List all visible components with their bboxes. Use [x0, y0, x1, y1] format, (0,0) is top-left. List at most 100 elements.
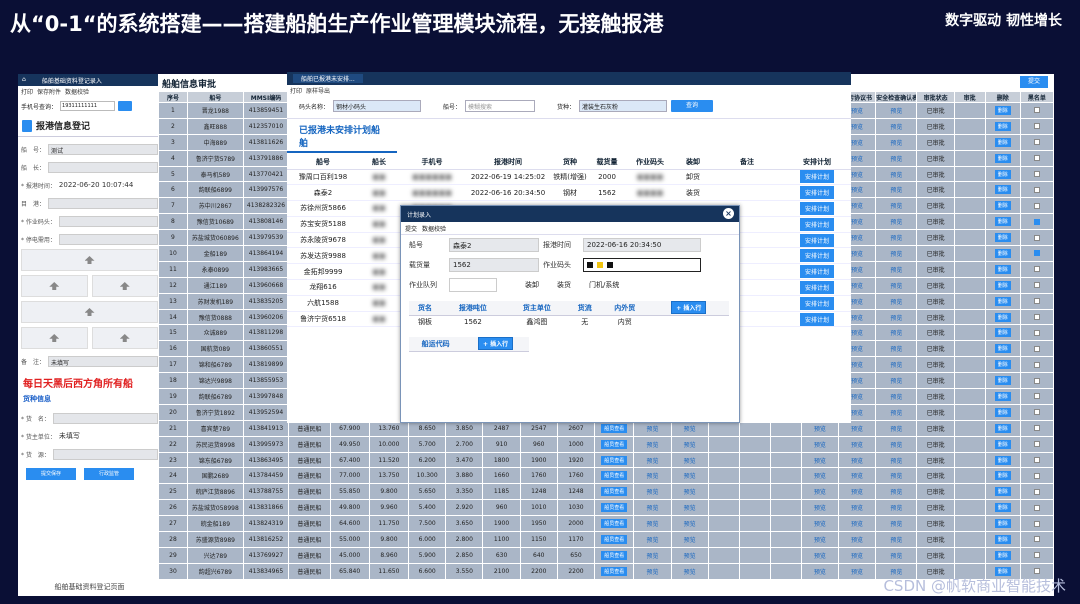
cargo-cell[interactable]: 内贸	[601, 315, 649, 329]
delete-button[interactable]: 删除	[994, 344, 1011, 354]
dock-select[interactable]: 钢材小码头	[333, 100, 422, 112]
preview-link[interactable]: 预览	[875, 372, 918, 390]
schedule-plan-button[interactable]: 安排计划	[799, 201, 834, 215]
preview-link[interactable]: 预览	[875, 117, 918, 135]
preview-link[interactable]: 预览	[633, 451, 672, 469]
preview-link[interactable]: 预览	[875, 149, 918, 167]
preview-link[interactable]: 预览	[800, 435, 839, 453]
blacklist-checkbox[interactable]	[1033, 234, 1040, 241]
crew-view-button[interactable]: 船员查看	[601, 534, 628, 544]
preview-link[interactable]: 预览	[875, 499, 918, 517]
destination-input[interactable]	[48, 197, 158, 209]
preview-link[interactable]: 预览	[670, 562, 709, 580]
preview-link[interactable]: 预览	[875, 356, 918, 374]
preview-link[interactable]: 预览	[633, 499, 672, 517]
preview-link[interactable]: 预览	[875, 245, 918, 262]
preview-link[interactable]: 预览	[875, 435, 918, 453]
preview-link[interactable]: 预览	[670, 483, 709, 501]
supervise-button[interactable]: 行政监管	[84, 468, 134, 480]
add-row-button[interactable]: + 插入行	[478, 337, 514, 351]
preview-link[interactable]: 预览	[875, 467, 918, 485]
blacklist-checkbox[interactable]	[1033, 393, 1040, 400]
crew-view-button[interactable]: 船员查看	[601, 503, 628, 513]
blacklist-checkbox[interactable]	[1033, 552, 1040, 559]
submit-save-button[interactable]: 提交保存	[26, 468, 76, 480]
cargo-cell[interactable]: 无	[569, 315, 601, 329]
query-button[interactable]: 查询	[671, 100, 714, 112]
preview-link[interactable]: 预览	[837, 451, 877, 469]
report-time-value[interactable]: 2022-06-20 10:07:44	[59, 181, 133, 189]
owner-value[interactable]: 未填写	[59, 431, 80, 441]
delete-button[interactable]: 删除	[994, 550, 1011, 560]
delete-button[interactable]: 删除	[994, 391, 1011, 401]
blacklist-checkbox[interactable]	[1033, 314, 1040, 321]
delete-button[interactable]: 删除	[994, 407, 1011, 417]
blacklist-checkbox[interactable]	[1033, 472, 1040, 479]
data-check-button[interactable]: 数据校验	[422, 224, 446, 233]
preview-link[interactable]: 预览	[837, 515, 877, 533]
upload-button[interactable]	[91, 275, 158, 297]
print-button[interactable]: 打印	[290, 86, 302, 95]
preview-link[interactable]: 预览	[800, 562, 839, 580]
ship-name-input[interactable]: 测试	[48, 143, 158, 155]
delete-button[interactable]: 删除	[994, 423, 1011, 433]
preview-link[interactable]: 预览	[800, 467, 839, 485]
submit-button[interactable]: 提交	[1020, 76, 1048, 88]
preview-link[interactable]: 预览	[875, 292, 918, 310]
data-check-button[interactable]: 数据校验	[65, 87, 89, 96]
blacklist-checkbox[interactable]	[1033, 425, 1040, 432]
preview-link[interactable]: 预览	[875, 181, 918, 199]
blacklist-checkbox[interactable]	[1033, 361, 1040, 368]
delete-button[interactable]: 删除	[994, 360, 1011, 370]
preview-link[interactable]: 预览	[800, 483, 839, 501]
cargo-cell[interactable]: 鑫鸿图	[505, 315, 569, 329]
schedule-plan-button[interactable]: 安排计划	[799, 280, 834, 294]
preview-link[interactable]: 预览	[800, 515, 839, 533]
ship-search-input[interactable]: 模糊搜索	[465, 100, 536, 112]
blacklist-checkbox[interactable]	[1033, 457, 1040, 464]
preview-link[interactable]: 预览	[800, 499, 839, 517]
preview-link[interactable]: 预览	[800, 546, 839, 564]
preview-link[interactable]: 预览	[875, 260, 918, 278]
add-row-button[interactable]: + 插入行	[671, 301, 707, 315]
preview-link[interactable]: 预览	[670, 435, 709, 453]
delete-button[interactable]: 删除	[994, 471, 1011, 481]
preview-link[interactable]: 预览	[875, 165, 918, 183]
cargo-select[interactable]: 灌装生石灰粉	[579, 100, 668, 112]
preview-link[interactable]: 预览	[875, 388, 918, 405]
delete-button[interactable]: 删除	[994, 534, 1011, 544]
phone-search-input[interactable]: 19311111111	[60, 101, 116, 111]
preview-link[interactable]: 预览	[837, 546, 877, 564]
delete-button[interactable]: 删除	[994, 248, 1011, 258]
preview-link[interactable]: 预览	[875, 340, 918, 358]
blacklist-checkbox[interactable]	[1033, 139, 1040, 146]
crew-view-button[interactable]: 船员查看	[601, 487, 628, 497]
dock-select[interactable]	[58, 215, 158, 227]
delete-button[interactable]: 删除	[994, 169, 1011, 179]
preview-link[interactable]: 预览	[875, 102, 918, 119]
preview-link[interactable]: 预览	[875, 451, 918, 469]
delete-button[interactable]: 删除	[994, 105, 1011, 115]
blacklist-checkbox[interactable]	[1033, 202, 1040, 209]
crew-view-button[interactable]: 船员查看	[601, 423, 628, 433]
cargo-cell[interactable]: 钢板	[409, 315, 441, 329]
blacklist-checkbox[interactable]	[1033, 409, 1040, 416]
preview-link[interactable]: 预览	[875, 515, 918, 533]
delete-button[interactable]: 删除	[994, 185, 1011, 195]
delete-button[interactable]: 删除	[994, 280, 1011, 290]
close-icon[interactable]: ×	[723, 208, 734, 219]
home-icon[interactable]: ⌂	[22, 76, 26, 84]
blacklist-checkbox[interactable]	[1033, 266, 1040, 273]
preview-link[interactable]: 预览	[875, 546, 918, 564]
blacklist-checkbox[interactable]	[1033, 488, 1040, 495]
blacklist-checkbox[interactable]	[1033, 329, 1040, 336]
schedule-plan-button[interactable]: 安排计划	[799, 233, 834, 247]
blacklist-checkbox[interactable]	[1033, 186, 1040, 193]
blacklist-checkbox[interactable]	[1033, 377, 1040, 384]
cargo-name-select[interactable]	[52, 412, 158, 424]
preview-link[interactable]: 预览	[633, 546, 672, 564]
preview-link[interactable]: 预览	[670, 467, 709, 485]
delete-button[interactable]: 删除	[994, 519, 1011, 529]
preview-link[interactable]: 预览	[633, 531, 672, 548]
save-attachment-button[interactable]: 保存附件	[37, 87, 61, 96]
